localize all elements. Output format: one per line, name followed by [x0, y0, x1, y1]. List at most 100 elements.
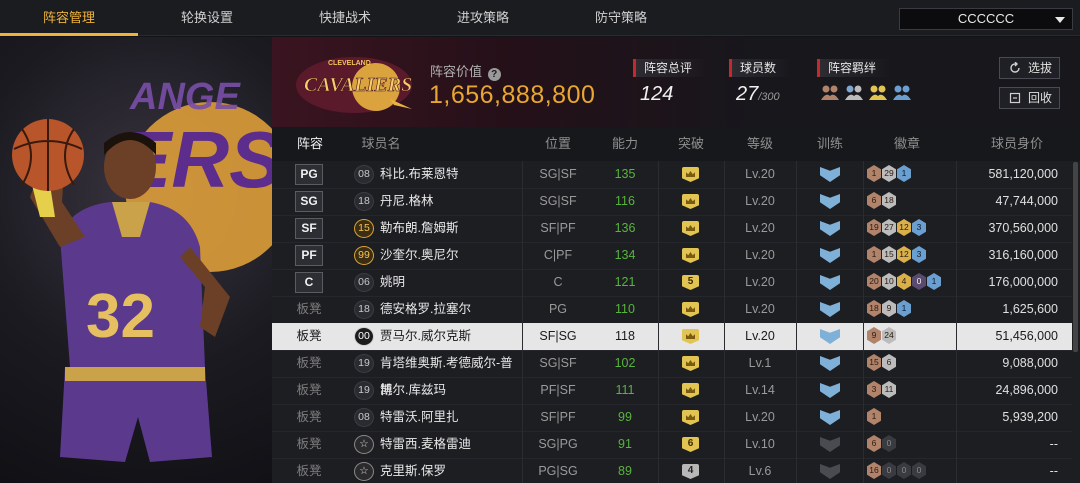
player-salary: 24,896,000	[995, 383, 1058, 397]
tab-defense-strategy[interactable]: 防守策略	[552, 0, 690, 36]
tab-rotation-settings[interactable]: 轮换设置	[138, 0, 276, 36]
player-name[interactable]: 勒布朗.詹姆斯	[380, 215, 525, 242]
breakthrough-crown-icon[interactable]	[682, 383, 699, 398]
col-header-training[interactable]: 训练	[798, 127, 862, 161]
breakthrough-crown-icon[interactable]	[682, 221, 699, 236]
training-wings-icon[interactable]	[820, 167, 840, 182]
table-row[interactable]: 板凳 00 贾马尔.威尔克斯 SF|SG 118 Lv.20 9 24 51,456,000	[272, 323, 1072, 350]
training-wings-icon[interactable]	[820, 302, 840, 317]
lineup-slot-badge[interactable]: PG	[295, 164, 323, 185]
table-row[interactable]: C 06 姚明 C 121 5 Lv.20 20 10 4 0 1 176,000,000	[272, 269, 1072, 296]
breakthrough-crown-icon[interactable]: 4	[682, 464, 699, 479]
bond-silver-icon[interactable]	[844, 82, 864, 102]
breakthrough-crown-icon[interactable]	[682, 410, 699, 425]
training-wings-icon[interactable]	[820, 437, 840, 452]
table-row[interactable]: PF 99 沙奎尔.奥尼尔 C|PF 134 Lv.20 1 15 12 3 316,160,000	[272, 242, 1072, 269]
lineup-slot-badge[interactable]: SG	[295, 191, 323, 212]
lineup-slot-bench[interactable]: 板凳	[294, 377, 324, 404]
lineup-slot-bench[interactable]: 板凳	[294, 404, 324, 431]
breakthrough-crown-icon[interactable]: 6	[682, 437, 699, 452]
badge-hex-icon: 1	[897, 300, 911, 317]
lineup-slot-badge[interactable]: SF	[295, 218, 323, 239]
team-select-dropdown[interactable]: CCCCCC	[899, 8, 1073, 30]
breakthrough-crown-icon[interactable]	[682, 356, 699, 371]
player-name[interactable]: 贾马尔.威尔克斯	[380, 323, 525, 350]
select-button[interactable]: 选拔	[999, 57, 1060, 79]
badge-list[interactable]: 16 0 0 0	[867, 462, 926, 479]
col-header-ability[interactable]: 能力	[595, 127, 655, 161]
training-wings-icon[interactable]	[820, 410, 840, 425]
lineup-slot-bench[interactable]: 板凳	[294, 431, 324, 458]
table-row[interactable]: 板凳 ☆ 克里斯.保罗 PG|SG 89 4 Lv.6 16 0 0 0 --	[272, 458, 1072, 483]
recall-button[interactable]: 回收	[999, 87, 1060, 109]
lineup-slot-bench[interactable]: 板凳	[294, 458, 324, 483]
badge-hex-icon: 1	[867, 165, 881, 182]
table-row[interactable]: 板凳 ☆ 特雷西.麦格雷迪 SG|PG 91 6 Lv.10 6 0 --	[272, 431, 1072, 458]
badge-list[interactable]: 1 29 1	[867, 165, 911, 182]
breakthrough-crown-icon[interactable]	[682, 329, 699, 344]
training-wings-icon[interactable]	[820, 464, 840, 479]
breakthrough-crown-icon[interactable]	[682, 248, 699, 263]
player-name[interactable]: 克里斯.保罗	[380, 458, 525, 483]
table-row[interactable]: 板凳 19 凯尔.库兹玛 PF|SF 111 Lv.14 3 11 24,896,000	[272, 377, 1072, 404]
bond-blue-icon[interactable]	[892, 82, 912, 102]
table-row[interactable]: 板凳 18 德安格罗.拉塞尔 PG 110 Lv.20 18 9 1 1,625,600	[272, 296, 1072, 323]
training-wings-icon[interactable]	[820, 248, 840, 263]
training-wings-icon[interactable]	[820, 356, 840, 371]
breakthrough-crown-icon[interactable]	[682, 167, 699, 182]
roster-scrollbar[interactable]	[1073, 162, 1078, 352]
breakthrough-crown-icon[interactable]	[682, 302, 699, 317]
tab-quick-tactics[interactable]: 快捷战术	[276, 0, 414, 36]
lineup-slot-badge[interactable]: PF	[295, 245, 323, 266]
col-header-level[interactable]: 等级	[727, 127, 793, 161]
badge-list[interactable]: 3 11	[867, 381, 896, 398]
training-wings-icon[interactable]	[820, 275, 840, 290]
col-header-lineup[interactable]: 阵容	[288, 127, 332, 161]
breakthrough-crown-icon[interactable]	[682, 194, 699, 209]
tab-offense-strategy[interactable]: 进攻策略	[414, 0, 552, 36]
tab-lineup-management[interactable]: 阵容管理	[0, 0, 138, 36]
player-name[interactable]: 丹尼.格林	[380, 188, 525, 215]
player-ability: 135	[614, 167, 636, 181]
player-name[interactable]: 沙奎尔.奥尼尔	[380, 242, 525, 269]
training-wings-icon[interactable]	[820, 194, 840, 209]
badge-list[interactable]: 9 24	[867, 327, 896, 344]
lineup-slot-badge[interactable]: C	[295, 272, 323, 293]
player-name[interactable]: 德安格罗.拉塞尔	[380, 296, 525, 323]
badge-list[interactable]: 1 15 12 3	[867, 246, 926, 263]
player-name[interactable]: 姚明	[380, 269, 525, 296]
col-header-breakthrough[interactable]: 突破	[660, 127, 722, 161]
table-row[interactable]: SG 18 丹尼.格林 SG|SF 116 Lv.20 6 18 47,744,000	[272, 188, 1072, 215]
info-icon[interactable]: ?	[487, 68, 501, 81]
badge-list[interactable]: 6 18	[867, 192, 896, 209]
badge-list[interactable]: 1	[867, 408, 881, 425]
player-name[interactable]: 科比.布莱恩特	[380, 161, 525, 188]
col-header-player-name[interactable]: 球员名	[356, 127, 406, 161]
player-position: PF|SF	[540, 383, 576, 397]
col-header-salary[interactable]: 球员身价	[972, 127, 1062, 161]
training-wings-icon[interactable]	[820, 383, 840, 398]
col-header-badges[interactable]: 徽章	[862, 127, 952, 161]
col-header-position[interactable]: 位置	[524, 127, 592, 161]
table-row[interactable]: 板凳 19 肯塔维奥斯.考德威尔-普博 SG|SF 102 Lv.1 15 6 9,088,00…	[272, 350, 1072, 397]
table-row[interactable]: PG 08 科比.布莱恩特 SG|SF 135 Lv.20 1 29 1 581,120,000	[272, 161, 1072, 188]
player-name[interactable]: 特雷沃.阿里扎	[380, 404, 525, 431]
player-name[interactable]: 特雷西.麦格雷迪	[380, 431, 525, 458]
lineup-slot-bench[interactable]: 板凳	[294, 323, 324, 350]
badge-list[interactable]: 15 6	[867, 354, 896, 371]
table-row[interactable]: SF 15 勒布朗.詹姆斯 SF|PF 136 Lv.20 19 27 12 3 370,560,0…	[272, 215, 1072, 242]
badge-list[interactable]: 19 27 12 3	[867, 219, 926, 236]
badge-hex-icon: 0	[912, 273, 926, 290]
bond-bronze-icon[interactable]	[820, 82, 840, 102]
lineup-slot-bench[interactable]: 板凳	[294, 350, 324, 377]
lineup-slot-bench[interactable]: 板凳	[294, 296, 324, 323]
bond-gold-icon[interactable]	[868, 82, 888, 102]
breakthrough-crown-icon[interactable]: 5	[682, 275, 699, 290]
player-name[interactable]: 凯尔.库兹玛	[380, 377, 525, 404]
badge-list[interactable]: 60	[867, 435, 896, 452]
badge-list[interactable]: 18 9 1	[867, 300, 911, 317]
training-wings-icon[interactable]	[820, 329, 840, 344]
badge-list[interactable]: 20 10 4 0 1	[867, 273, 941, 290]
table-row[interactable]: 板凳 08 特雷沃.阿里扎 SF|PF 99 Lv.20 1 5,939,200	[272, 404, 1072, 431]
training-wings-icon[interactable]	[820, 221, 840, 236]
